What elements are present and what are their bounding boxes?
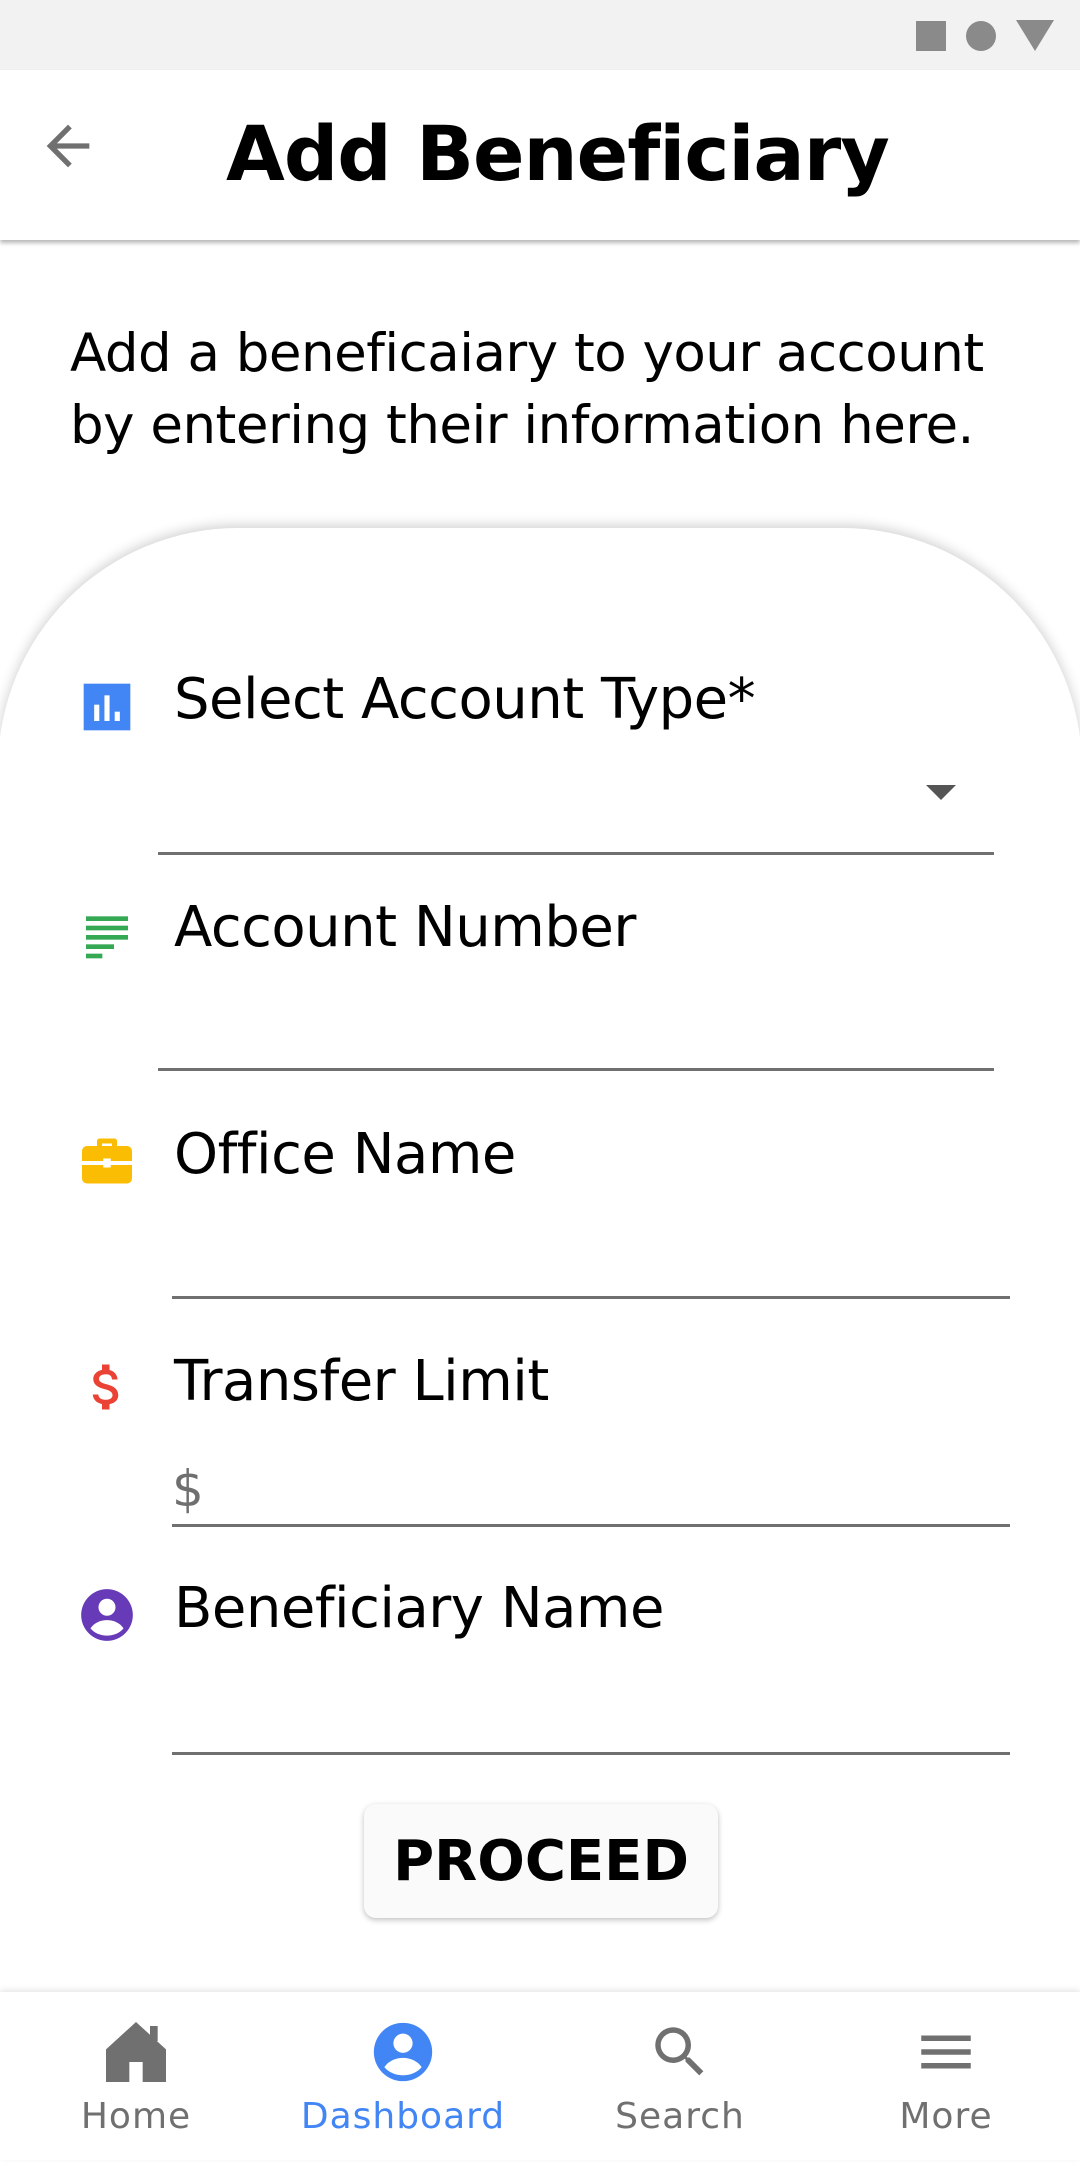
search-icon [640,2012,720,2092]
proceed-button[interactable]: PROCEED [364,1804,718,1918]
chevron-down-icon[interactable] [926,785,956,800]
back-triangle-icon [1016,20,1054,51]
account-type-dropdown[interactable] [158,752,994,832]
transfer-limit-label: Transfer Limit [174,1349,549,1414]
office-name-label: Office Name [174,1122,516,1187]
account-circle-icon [76,1584,138,1646]
office-name-input[interactable] [172,1216,1010,1296]
home-circle-icon [966,20,996,51]
account-number-label: Account Number [174,895,636,960]
system-nav-indicators [916,20,1054,51]
beneficiary-name-underline [172,1752,1010,1755]
briefcase-icon [76,1130,138,1192]
nav-item-home[interactable]: Home [66,1992,206,2160]
nav-item-more[interactable]: More [876,1992,1016,2160]
transfer-limit-input[interactable] [172,1444,1010,1524]
nav-item-dashboard[interactable]: Dashboard [296,1992,510,2160]
notes-icon [76,904,138,966]
account-number-underline [158,1068,994,1071]
page-title: Add Beneficiary [226,109,890,198]
back-button[interactable] [28,106,108,186]
app-bar: Add Beneficiary [0,70,1080,240]
bar-chart-icon [76,676,138,738]
nav-label-dashboard: Dashboard [300,2096,506,2137]
beneficiary-name-input[interactable] [172,1672,1010,1752]
transfer-limit-underline [172,1524,1010,1527]
account-type-label: Select Account Type* [174,667,756,732]
status-bar [0,0,1080,70]
beneficiary-name-label: Beneficiary Name [174,1576,664,1641]
nav-item-search[interactable]: Search [600,1992,760,2160]
menu-icon [906,2012,986,2092]
nav-label-home: Home [80,2096,192,2137]
account-type-underline [158,852,994,855]
nav-label-more: More [899,2096,993,2137]
account-circle-icon [363,2012,443,2092]
account-number-input[interactable] [158,988,994,1068]
intro-description: Add a beneficaiary to your account by en… [70,323,984,456]
recents-square-icon [916,20,946,51]
arrow-back-icon [46,124,90,168]
bottom-navigation: Home Dashboard Search More [0,1992,1080,2160]
office-name-underline [172,1296,1010,1299]
dollar-icon [76,1356,138,1418]
nav-label-search: Search [615,2096,745,2137]
home-icon [96,2012,176,2092]
